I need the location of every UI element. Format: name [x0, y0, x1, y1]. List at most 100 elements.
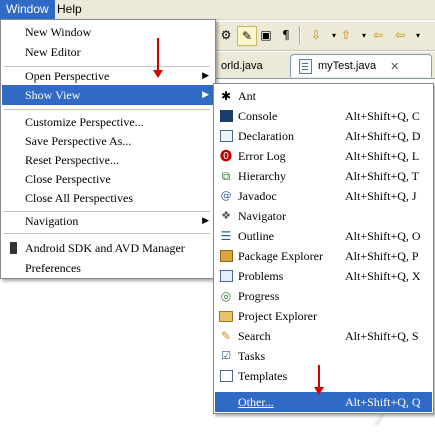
tab-label: myTest.java	[318, 60, 377, 72]
navigation-item[interactable]: Navigation ▶	[2, 211, 214, 231]
debug-icon[interactable]: ⚙	[217, 26, 235, 44]
submenu-arrow-icon: ▶	[202, 71, 209, 81]
error-log-icon: ⓿	[219, 149, 232, 163]
project-explorer-icon	[219, 309, 233, 323]
customize-perspective-item[interactable]: Customize Perspective...	[2, 112, 214, 132]
templates-icon	[219, 369, 233, 383]
view-label: Navigator	[238, 209, 286, 223]
view-label: Tasks	[238, 349, 266, 363]
show-whitespace-icon[interactable]: ¶	[277, 26, 295, 44]
view-label: Declaration	[238, 129, 294, 143]
view-label: Search	[238, 329, 271, 343]
menu-item-label: Android SDK and AVD Manager	[25, 241, 185, 255]
view-item-progress[interactable]: ◎ Progress	[215, 286, 432, 306]
search-icon: ✎	[220, 329, 232, 343]
dropdown-icon[interactable]: ▾	[409, 26, 427, 44]
package-explorer-icon	[219, 249, 233, 263]
view-item-package-explorer[interactable]: Package Explorer Alt+Shift+Q, P	[215, 246, 432, 266]
view-item-search[interactable]: ✎ Search Alt+Shift+Q, S	[215, 326, 432, 346]
menu-item-label: Show View	[25, 88, 81, 102]
view-shortcut: Alt+Shift+Q, X	[345, 269, 421, 283]
toolbar: ⚙ ✎ ▣ ¶ ⇩ ▾ ⇧ ▾ ⇦ ⇦ ▾	[215, 22, 435, 51]
next-annotation-icon[interactable]: ⇩	[307, 26, 325, 44]
view-item-hierarchy[interactable]: ⧉ Hierarchy Alt+Shift+Q, T	[215, 166, 432, 186]
submenu-arrow-icon: ▶	[202, 216, 209, 226]
view-item-navigator[interactable]: ❖ Navigator	[215, 206, 432, 226]
progress-icon: ◎	[220, 289, 232, 303]
view-shortcut: Alt+Shift+Q, D	[345, 129, 421, 143]
view-item-console[interactable]: Console Alt+Shift+Q, C	[215, 106, 432, 126]
close-icon[interactable]: ✕	[390, 60, 399, 73]
problems-icon	[219, 269, 233, 283]
view-shortcut: Alt+Shift+Q, Q	[345, 395, 421, 409]
view-label: Package Explorer	[238, 249, 323, 263]
view-item-error-log[interactable]: ⓿ Error Log Alt+Shift+Q, L	[215, 146, 432, 166]
view-item-project-explorer[interactable]: Project Explorer	[215, 306, 432, 326]
preferences-item[interactable]: Preferences	[2, 258, 214, 278]
view-item-ant[interactable]: ✱ Ant	[215, 86, 432, 106]
previous-annotation-icon[interactable]: ⇧	[337, 26, 355, 44]
view-label: Ant	[238, 89, 256, 103]
menu-help-label: Help	[57, 2, 82, 16]
annotation-arrow	[314, 365, 324, 395]
view-item-templates[interactable]: Templates	[215, 366, 432, 386]
view-label: Console	[238, 109, 278, 123]
new-window-item[interactable]: New Window	[2, 22, 214, 42]
view-shortcut: Alt+Shift+Q, J	[345, 189, 417, 203]
open-perspective-item[interactable]: Open Perspective ▶	[2, 66, 214, 86]
back-icon[interactable]: ⇦	[391, 26, 409, 44]
last-edit-icon[interactable]: ⇦	[369, 26, 387, 44]
tab-mytest[interactable]: myTest.java ✕	[290, 54, 432, 77]
android-sdk-item[interactable]: Android SDK and AVD Manager	[2, 238, 214, 258]
view-item-tasks[interactable]: ☑ Tasks	[215, 346, 432, 366]
android-phone-icon	[6, 241, 20, 255]
close-all-perspectives-item[interactable]: Close All Perspectives	[2, 188, 214, 208]
menu-window[interactable]: Window	[0, 0, 55, 19]
menu-item-label: Reset Perspective...	[25, 153, 119, 167]
menu-help[interactable]: Help	[51, 0, 88, 19]
window-menu: New Window New Editor Open Perspective ▶ …	[0, 19, 216, 279]
hierarchy-icon: ⧉	[221, 169, 231, 183]
view-shortcut: Alt+Shift+Q, L	[345, 149, 420, 163]
submenu-arrow-icon: ▶	[202, 90, 209, 100]
view-item-javadoc[interactable]: @ Javadoc Alt+Shift+Q, J	[215, 186, 432, 206]
close-perspective-item[interactable]: Close Perspective	[2, 169, 214, 189]
annotation-arrow	[153, 38, 163, 78]
menu-item-label: Close All Perspectives	[25, 191, 133, 205]
editor-tabs: orld.java myTest.java ✕	[215, 52, 435, 79]
view-label: Error Log	[238, 149, 286, 163]
view-item-problems[interactable]: Problems Alt+Shift+Q, X	[215, 266, 432, 286]
view-label: Outline	[238, 229, 274, 243]
menu-item-label: Save Perspective As...	[25, 134, 132, 148]
view-label: Problems	[238, 269, 284, 283]
highlight-icon[interactable]: ✎	[237, 26, 257, 46]
toggle-block-icon[interactable]: ▣	[257, 26, 275, 44]
view-item-other[interactable]: Other... Alt+Shift+Q, Q	[215, 392, 432, 412]
tab-helloworld[interactable]: orld.java	[215, 57, 269, 76]
view-label: Templates	[238, 369, 288, 383]
view-item-outline[interactable]: ☰ Outline Alt+Shift+Q, O	[215, 226, 432, 246]
menu-separator	[4, 233, 210, 235]
menu-item-label: Customize Perspective...	[25, 115, 144, 129]
save-perspective-as-item[interactable]: Save Perspective As...	[2, 131, 214, 151]
view-label: Progress	[238, 289, 280, 303]
navigator-icon: ❖	[221, 209, 231, 222]
view-label: Hierarchy	[238, 169, 286, 183]
view-label: Other...	[238, 395, 274, 409]
java-file-icon	[299, 58, 312, 74]
tab-label: orld.java	[221, 60, 263, 72]
menu-item-label: Navigation	[25, 214, 79, 228]
show-view-menu: ✱ Ant Console Alt+Shift+Q, C Declaration Al…	[213, 83, 434, 414]
menu-item-label: Close Perspective	[25, 172, 111, 186]
new-editor-item[interactable]: New Editor	[2, 42, 214, 62]
reset-perspective-item[interactable]: Reset Perspective...	[2, 150, 214, 170]
view-shortcut: Alt+Shift+Q, O	[345, 229, 421, 243]
outline-icon: ☰	[220, 229, 232, 243]
view-shortcut: Alt+Shift+Q, C	[345, 109, 420, 123]
declaration-icon	[219, 129, 233, 143]
show-view-item[interactable]: Show View ▶	[2, 85, 214, 105]
view-item-declaration[interactable]: Declaration Alt+Shift+Q, D	[215, 126, 432, 146]
javadoc-icon: @	[220, 189, 232, 202]
view-shortcut: Alt+Shift+Q, T	[345, 169, 419, 183]
console-icon	[219, 109, 233, 123]
